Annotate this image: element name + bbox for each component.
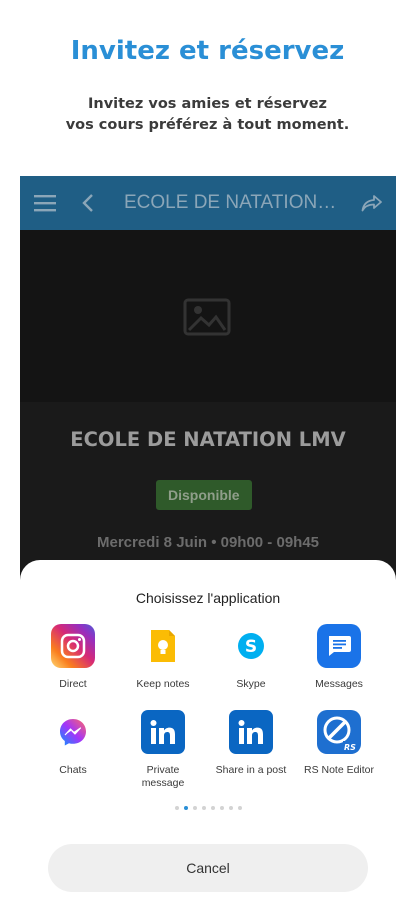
event-date: Mercredi 8 Juin • 09h00 - 09h45 [96, 534, 320, 551]
app-label: Share in a post [215, 764, 287, 776]
page-indicator [20, 806, 396, 810]
linkedin-icon [141, 710, 185, 754]
app-bar: ECOLE DE NATATION LMV [20, 176, 396, 230]
promo-subtitle-line-1: Invitez vos amies et réservez [87, 96, 327, 112]
app-label: Direct [59, 678, 87, 690]
app-item-skype[interactable]: S Skype [212, 624, 290, 691]
page-dot [219, 806, 224, 810]
svg-text:RS: RS [344, 743, 356, 752]
page-dot [237, 806, 242, 810]
app-item-chats[interactable]: Chats [34, 710, 112, 777]
keep-notes-icon [141, 624, 185, 668]
app-bar-title: ECOLE DE NATATION LMV [124, 192, 340, 213]
app-label: Messages [315, 678, 363, 690]
messages-icon [317, 624, 361, 668]
app-item-keep-notes[interactable]: Keep notes [124, 624, 202, 691]
promo-subtitle-line-2: vos cours préférez à tout moment. [65, 117, 350, 133]
page-dot [192, 806, 197, 810]
app-label: Chats [59, 764, 87, 776]
rs-note-editor-icon: RS [317, 710, 361, 754]
share-sheet: Choisissez l'application Direct Keep not… [20, 560, 396, 900]
promo-title: Invitez et réservez [70, 36, 345, 66]
app-label: Private message [141, 764, 185, 789]
app-item-share-in-a-post[interactable]: Share in a post [212, 710, 290, 777]
page-dot [228, 806, 233, 810]
instagram-icon [51, 624, 95, 668]
messenger-icon [51, 710, 95, 754]
share-icon[interactable] [358, 176, 386, 230]
linkedin-icon [229, 710, 273, 754]
page-dot [201, 806, 206, 810]
event-image [20, 230, 396, 402]
app-item-private-message[interactable]: Private message [124, 710, 202, 790]
cancel-button[interactable]: Cancel [48, 844, 368, 892]
app-item-direct[interactable]: Direct [34, 624, 112, 691]
app-label: RS Note Editor [303, 764, 375, 776]
app-label: Keep notes [136, 678, 190, 690]
share-sheet-title: Choisissez l'application [135, 590, 281, 606]
image-placeholder-icon [152, 282, 262, 352]
app-item-messages[interactable]: Messages [300, 624, 378, 691]
svg-text:S: S [245, 637, 257, 657]
status-badge: Disponible [156, 480, 252, 510]
page-dot [210, 806, 215, 810]
page-dot [183, 806, 188, 810]
skype-icon: S [229, 624, 273, 668]
event-title: ECOLE DE NATATION LMV [70, 428, 346, 451]
page-dot [174, 806, 179, 810]
menu-icon[interactable] [30, 176, 60, 230]
app-label: Skype [236, 678, 266, 690]
app-item-rs-note-editor[interactable]: RS RS Note Editor [300, 710, 378, 777]
promo-subtitle: Invitez vos amies et réservez vos cours … [40, 94, 375, 136]
back-icon[interactable] [76, 176, 100, 230]
